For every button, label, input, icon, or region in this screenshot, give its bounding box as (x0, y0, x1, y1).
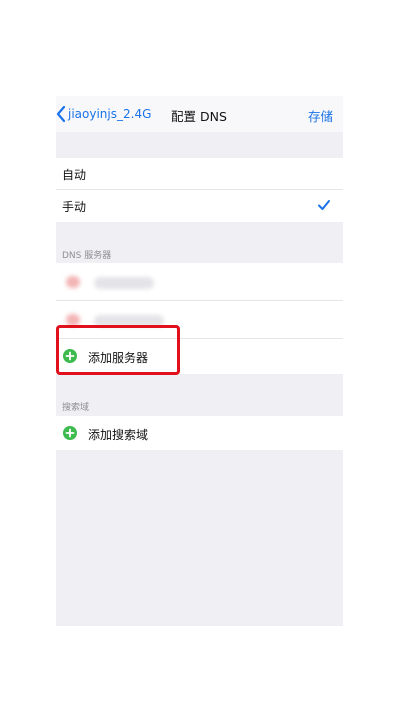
back-button[interactable]: jiaoyinjs_2.4G (56, 104, 151, 124)
mode-group: 自动 手动 (56, 158, 343, 222)
checkmark-icon (318, 200, 330, 210)
page-title: 配置 DNS (171, 109, 227, 124)
search-domain-group: 添加搜索域 (56, 416, 343, 450)
chevron-left-icon (56, 106, 66, 122)
auto-label: 自动 (62, 167, 87, 182)
back-label: jiaoyinjs_2.4G (68, 107, 152, 121)
manual-option[interactable]: 手动 (56, 190, 343, 222)
redacted-server-icon (66, 276, 80, 288)
dns-section-header: DNS 服务器 (62, 251, 112, 261)
navbar: jiaoyinjs_2.4G 配置 DNS 存储 (56, 96, 343, 132)
dns-server-row[interactable] (56, 263, 343, 301)
redacted-server-address (94, 277, 154, 289)
add-search-domain-row[interactable]: 添加搜索域 (56, 416, 343, 450)
plus-circle-icon (63, 426, 77, 440)
highlight-box (56, 325, 180, 375)
auto-option[interactable]: 自动 (56, 158, 343, 190)
save-button[interactable]: 存储 (308, 106, 333, 125)
search-section-header: 搜索域 (62, 403, 90, 413)
manual-label: 手动 (62, 199, 87, 214)
add-search-domain-label: 添加搜索域 (88, 428, 149, 442)
